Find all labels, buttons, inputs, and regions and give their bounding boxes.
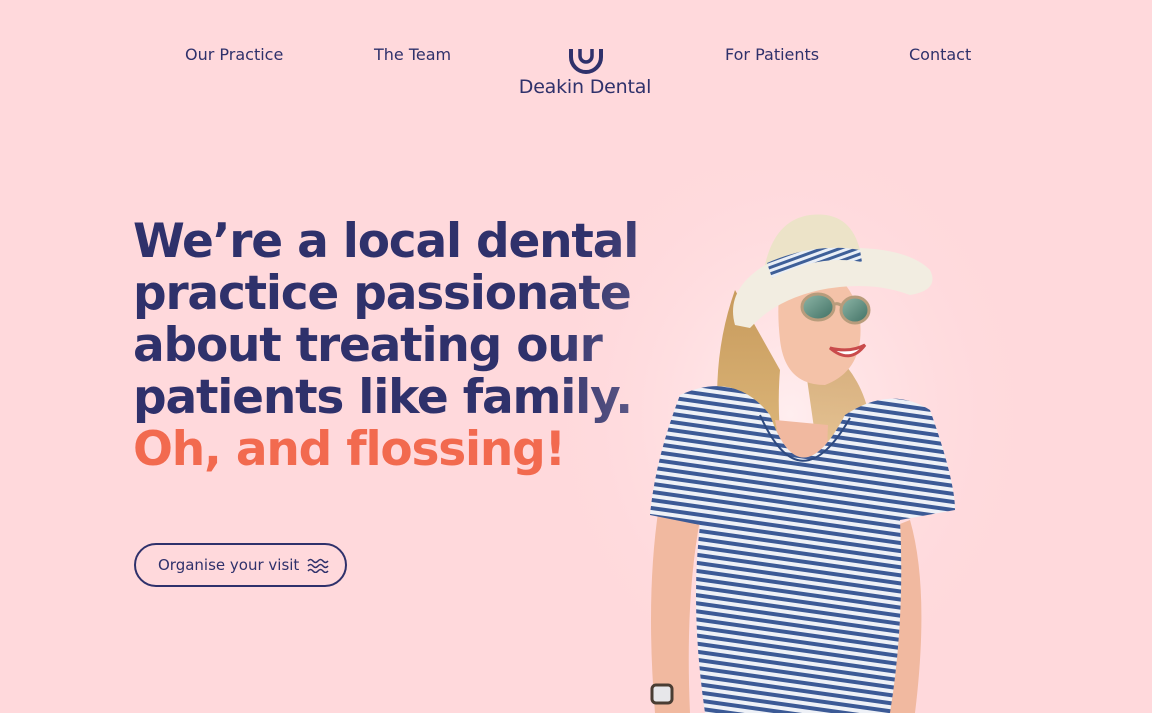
nav-link-our-practice[interactable]: Our Practice: [185, 45, 283, 64]
hero-heading-accent: Oh, and flossing!: [133, 422, 566, 477]
hero-heading-line: patients like family.: [133, 370, 633, 425]
nav-link-the-team[interactable]: The Team: [374, 45, 451, 64]
hero-heading: We’re a local dental practice passionate…: [133, 214, 639, 477]
wave-lines-icon: [307, 557, 331, 574]
organise-visit-button[interactable]: Organise your visit: [134, 543, 347, 587]
hero-heading-line: We’re a local dental: [133, 214, 639, 269]
nav-link-contact[interactable]: Contact: [909, 45, 971, 64]
hero-heading-line: about treating our: [133, 318, 603, 373]
logo-text: Deakin Dental: [518, 76, 652, 98]
organise-visit-label: Organise your visit: [158, 556, 300, 574]
smile-tooth-icon: [568, 47, 604, 75]
hero-heading-line: practice passionate: [133, 266, 632, 321]
smiling-woman-photo: [560, 170, 1020, 713]
logo[interactable]: Deakin Dental: [505, 45, 665, 103]
main-nav: Our Practice The Team Deakin Dental For …: [0, 0, 1152, 100]
nav-link-for-patients[interactable]: For Patients: [725, 45, 819, 64]
